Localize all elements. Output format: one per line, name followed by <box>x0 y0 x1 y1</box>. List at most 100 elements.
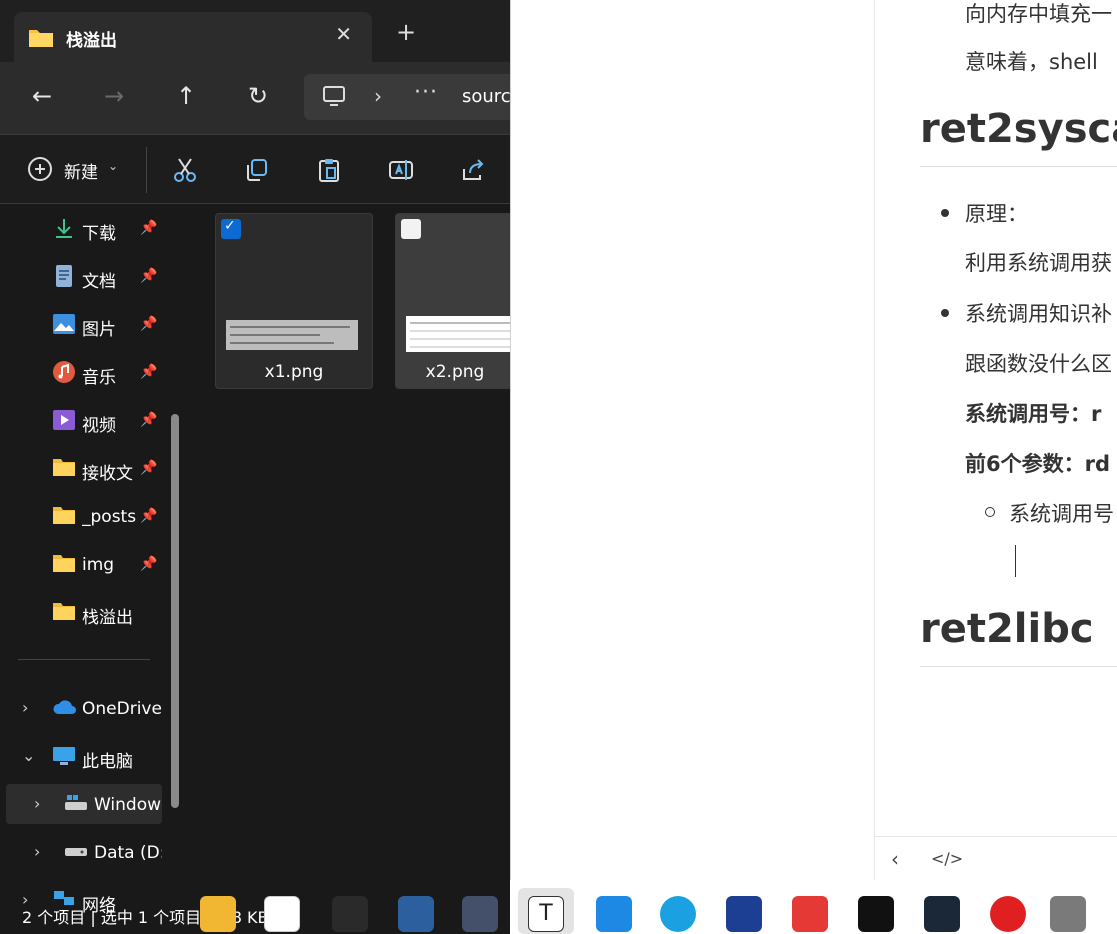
system-tray-icon[interactable] <box>1050 896 1086 932</box>
sidebar-item-stack-overflow[interactable]: 栈溢出 <box>0 592 170 632</box>
file-explorer-icon[interactable] <box>200 896 236 932</box>
paragraph-text: 向内存中填充一 <box>965 2 1112 26</box>
chevron-left-icon[interactable]: ‹ <box>891 847 899 871</box>
chevron-right-icon[interactable]: › <box>34 794 40 813</box>
refresh-icon[interactable]: ↻ <box>242 80 274 112</box>
chevron-down-icon[interactable]: ⌄ <box>22 746 35 765</box>
sidebar-item-data-drive[interactable]: › Data (D: <box>0 832 170 872</box>
address-bar[interactable]: › ··· sourc <box>304 74 510 120</box>
bold-text: 前6个参数：rd <box>965 452 1111 476</box>
close-tab-icon[interactable]: ✕ <box>335 22 352 46</box>
folder-icon <box>52 553 76 575</box>
paragraph-text: 意味着，shell <box>965 50 1098 74</box>
back-icon[interactable]: ← <box>26 80 58 112</box>
heading-rule <box>920 166 1117 167</box>
navigation-bar: ← → ↑ ↻ › ··· sourc <box>0 62 510 134</box>
list-item-text: 系统调用号 <box>1009 502 1114 526</box>
file-item[interactable]: x2.png <box>395 213 510 389</box>
source-code-icon[interactable]: </> <box>931 849 963 868</box>
sidebar-item-downloads[interactable]: 下载 📌 <box>0 208 170 248</box>
sidebar-item-onedrive[interactable]: › OneDrive <box>0 688 170 728</box>
qq-icon[interactable] <box>858 896 894 932</box>
taskbar: 2 个项目 | 选中 1 个项目 13.8 KB | T <box>0 880 1117 934</box>
pin-icon[interactable]: 📌 <box>140 364 157 380</box>
copy-icon[interactable] <box>244 157 270 183</box>
steam-icon[interactable] <box>924 896 960 932</box>
command-bar: 新建 ⌄ <box>0 134 510 204</box>
sidebar-item-windows-drive[interactable]: › Window <box>6 784 162 824</box>
sidebar-item-pictures[interactable]: 图片 📌 <box>0 304 170 344</box>
heading-ret2syscall: ret2sysca <box>920 106 1117 152</box>
editor-footer: ‹ </> <box>875 836 1117 880</box>
sidebar-item-received-files[interactable]: 接收文 📌 <box>0 448 170 488</box>
onedrive-cloud-icon <box>52 697 76 719</box>
image-thumbnail <box>406 316 510 352</box>
dev-cpp-icon[interactable] <box>726 896 762 932</box>
monitor-icon <box>322 85 346 111</box>
typora-icon[interactable]: T <box>528 896 564 932</box>
text-cursor <box>1015 545 1016 577</box>
pin-icon[interactable]: 📌 <box>140 556 157 572</box>
tab-title: 栈溢出 <box>66 31 117 51</box>
folder-icon <box>52 505 76 527</box>
avatar-app-icon[interactable] <box>462 896 498 932</box>
sidebar-item-this-pc[interactable]: ⌄ 此电脑 <box>0 736 170 776</box>
sidebar-item-img[interactable]: img 📌 <box>0 544 170 584</box>
paragraph-text: 跟函数没什么区 <box>965 352 1112 376</box>
explorer-status-bar: 2 个项目 | 选中 1 个项目 13.8 KB | <box>22 908 279 927</box>
more-icon[interactable]: ··· <box>414 80 438 105</box>
editor-blank-pane <box>510 0 874 880</box>
markdown-editor[interactable]: 向内存中填充一 意味着，shell ret2sysca 原理： 利用系统调用获 … <box>874 0 1117 880</box>
sidebar-scrollbar[interactable] <box>171 414 179 808</box>
vmware-icon[interactable] <box>596 896 632 932</box>
system-drive-icon <box>64 793 88 815</box>
tab-current-folder[interactable]: 栈溢出 ✕ <box>14 12 372 62</box>
pin-icon[interactable]: 📌 <box>140 220 157 236</box>
chevron-right-icon[interactable]: › <box>374 84 382 108</box>
folder-icon <box>28 26 54 52</box>
pin-icon[interactable]: 📌 <box>140 460 157 476</box>
unity-icon[interactable] <box>332 896 368 932</box>
unselected-checkbox[interactable] <box>401 219 421 239</box>
wps-icon[interactable] <box>792 896 828 932</box>
sidebar-item-label: 此电脑 <box>82 752 133 772</box>
paste-icon[interactable] <box>316 157 342 183</box>
list-item-text: 系统调用知识补 <box>965 302 1112 326</box>
forward-icon[interactable]: → <box>98 80 130 112</box>
pin-icon[interactable]: 📌 <box>140 268 157 284</box>
chevron-right-icon[interactable]: › <box>22 698 28 717</box>
desktop: 栈溢出 ✕ + ← → ↑ ↻ › ··· sourc 新建 ⌄ 下载 📌 文档… <box>0 0 1117 934</box>
cut-icon[interactable] <box>172 157 198 183</box>
netease-music-icon[interactable] <box>990 896 1026 932</box>
pin-icon[interactable]: 📌 <box>140 412 157 428</box>
selected-checkbox[interactable] <box>221 218 241 239</box>
sidebar-item-documents[interactable]: 文档 📌 <box>0 256 170 296</box>
sidebar-item-label: 栈溢出 <box>82 608 133 628</box>
up-icon[interactable]: ↑ <box>170 80 202 112</box>
share-icon[interactable] <box>460 157 486 183</box>
heading-rule <box>920 666 1117 667</box>
pin-icon[interactable]: 📌 <box>140 316 157 332</box>
chevron-down-icon: ⌄ <box>108 159 119 173</box>
file-view: x1.png x2.png <box>190 204 510 934</box>
breadcrumb[interactable]: sourc <box>462 86 510 107</box>
chevron-right-icon[interactable]: › <box>34 842 40 861</box>
sub-list-bullet <box>985 507 995 517</box>
music-icon <box>52 361 76 383</box>
edge-icon[interactable] <box>660 896 696 932</box>
new-tab-button[interactable]: + <box>396 20 416 44</box>
paragraph-text: 利用系统调用获 <box>965 251 1112 275</box>
list-bullet <box>941 309 949 317</box>
sidebar-item-posts[interactable]: _posts 📌 <box>0 496 170 536</box>
pin-icon[interactable]: 📌 <box>140 508 157 524</box>
settings-app-icon[interactable] <box>398 896 434 932</box>
microsoft-store-icon[interactable] <box>264 896 300 932</box>
tab-bar: 栈溢出 ✕ + <box>0 0 510 62</box>
navigation-pane: 下载 📌 文档 📌 图片 📌 音乐 📌 视频 📌 接收文 📌 _posts 📌 … <box>0 204 190 934</box>
file-item[interactable]: x1.png <box>215 213 373 389</box>
sidebar-item-music[interactable]: 音乐 📌 <box>0 352 170 392</box>
sidebar-item-videos[interactable]: 视频 📌 <box>0 400 170 440</box>
rename-icon[interactable] <box>388 157 414 183</box>
sidebar-divider <box>18 659 150 660</box>
toolbar-divider <box>146 147 147 193</box>
